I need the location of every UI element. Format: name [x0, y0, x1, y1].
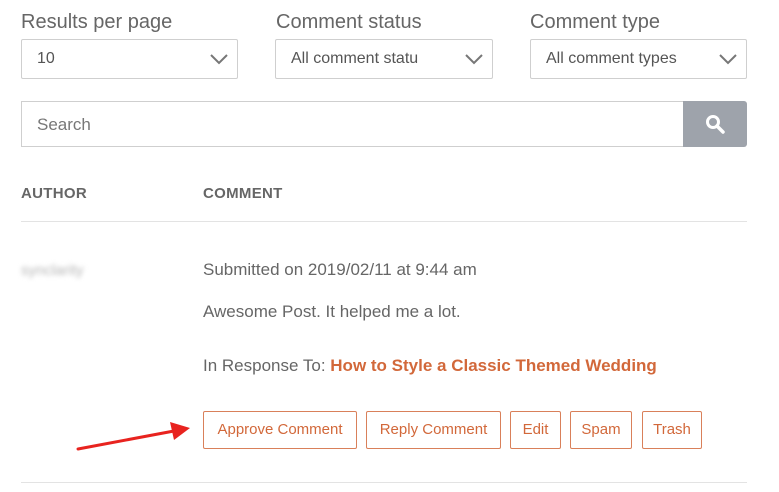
comment-type-select[interactable]: All comment types — [530, 39, 747, 79]
reply-comment-button[interactable]: Reply Comment — [366, 411, 501, 449]
divider — [21, 482, 747, 483]
comment-type-value: All comment types — [546, 50, 677, 67]
column-header-author: AUTHOR — [21, 185, 87, 202]
trash-button[interactable]: Trash — [642, 411, 702, 449]
comment-text: Awesome Post. It helped me a lot. — [203, 302, 461, 321]
annotation-arrow-icon — [76, 422, 190, 451]
post-title-link[interactable]: How to Style a Classic Themed Wedding — [330, 356, 657, 375]
results-per-page-value: 10 — [37, 50, 55, 67]
approve-comment-button[interactable]: Approve Comment — [203, 411, 357, 449]
chevron-down-icon — [719, 54, 737, 65]
chevron-down-icon — [465, 54, 483, 65]
comment-status-select[interactable]: All comment statu — [275, 39, 493, 79]
comment-submitted-date: Submitted on 2019/02/11 at 9:44 am — [203, 260, 477, 279]
author-name: synclarity — [21, 262, 84, 279]
comment-status-value: All comment statu — [291, 50, 419, 67]
comment-status-label: Comment status — [276, 11, 422, 33]
in-response-to: In Response To: How to Style a Classic T… — [203, 356, 657, 376]
divider — [21, 221, 747, 222]
search-button[interactable] — [683, 101, 747, 147]
search-input[interactable]: Search — [21, 101, 683, 147]
search-icon — [706, 115, 725, 134]
comment-type-label: Comment type — [530, 11, 661, 33]
column-header-comment: COMMENT — [203, 185, 283, 202]
spam-button[interactable]: Spam — [570, 411, 632, 449]
edit-button[interactable]: Edit — [510, 411, 561, 449]
results-per-page-label: Results per page — [21, 11, 173, 33]
search-placeholder: Search — [37, 115, 91, 134]
chevron-down-icon — [210, 54, 228, 65]
in-response-label: In Response To: — [203, 356, 331, 375]
results-per-page-select[interactable]: 10 — [21, 39, 238, 79]
